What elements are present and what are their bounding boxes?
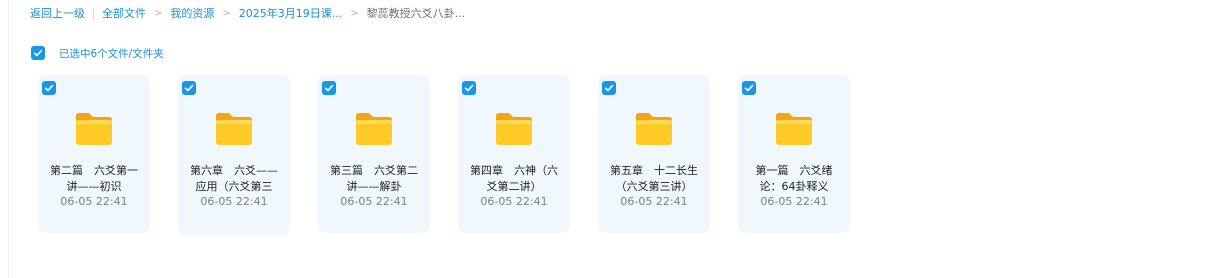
left-divider — [8, 0, 9, 278]
check-icon — [464, 84, 474, 92]
chevron-right-icon: > — [154, 8, 163, 19]
breadcrumb-all-files[interactable]: 全部文件 — [102, 6, 146, 22]
chevron-right-icon: > — [350, 8, 359, 19]
check-icon — [744, 84, 754, 92]
folder-icon — [76, 113, 112, 145]
file-date: 06-05 22:41 — [200, 195, 268, 208]
chevron-right-icon: > — [222, 8, 231, 19]
file-card[interactable]: 第六章 六爻——应用（六爻第三 06-05 22:41 — [178, 75, 290, 236]
breadcrumb-current: 黎蕊教授六爻八卦... — [366, 7, 466, 20]
file-date: 06-05 22:41 — [760, 195, 828, 208]
file-checkbox[interactable] — [322, 81, 336, 95]
check-icon — [604, 84, 614, 92]
file-name: 第四章 六神（六爻第二讲） — [470, 164, 558, 193]
select-all-checkbox[interactable] — [31, 46, 45, 60]
check-icon — [33, 49, 43, 57]
back-link[interactable]: 返回上一级 — [30, 6, 85, 22]
file-checkbox[interactable] — [42, 81, 56, 95]
file-card[interactable]: 第四章 六神（六爻第二讲） 06-05 22:41 — [458, 75, 570, 233]
file-checkbox[interactable] — [602, 81, 616, 95]
file-checkbox[interactable] — [742, 81, 756, 95]
folder-icon — [776, 113, 812, 145]
file-date: 06-05 22:41 — [340, 195, 408, 208]
file-name: 第三篇 六爻第二讲——解卦 — [330, 164, 418, 193]
folder-icon — [636, 113, 672, 145]
file-name: 第二篇 六爻第一讲——初识 — [50, 164, 138, 193]
file-checkbox[interactable] — [462, 81, 476, 95]
file-card[interactable]: 第三篇 六爻第二讲——解卦 06-05 22:41 — [318, 75, 430, 233]
check-icon — [44, 84, 54, 92]
file-card[interactable]: 第二篇 六爻第一讲——初识 06-05 22:41 — [38, 75, 150, 233]
select-all-row: 已选中6个文件/文件夹 — [31, 45, 164, 61]
breadcrumb: 返回上一级 全部文件 > 我的资源 > 2025年3月19日课... > 黎蕊教… — [30, 6, 465, 22]
file-date: 06-05 22:41 — [480, 195, 548, 208]
file-date: 06-05 22:41 — [60, 195, 128, 208]
selection-count: 已选中6个文件/文件夹 — [59, 47, 164, 60]
folder-icon — [496, 113, 532, 145]
file-name: 第五章 十二长生（六爻第三讲） — [610, 164, 698, 193]
check-icon — [324, 84, 334, 92]
breadcrumb-course-folder[interactable]: 2025年3月19日课... — [239, 6, 342, 22]
file-name: 第一篇 六爻绪论：64卦释义 — [755, 164, 833, 193]
file-card[interactable]: 第五章 十二长生（六爻第三讲） 06-05 22:41 — [598, 75, 710, 233]
folder-icon — [356, 113, 392, 145]
file-name: 第六章 六爻——应用（六爻第三 — [190, 164, 278, 193]
file-card[interactable]: 第一篇 六爻绪论：64卦释义 06-05 22:41 — [738, 75, 850, 233]
breadcrumb-divider — [93, 8, 94, 20]
folder-icon — [216, 113, 252, 145]
breadcrumb-my-resources[interactable]: 我的资源 — [170, 6, 214, 22]
check-icon — [184, 84, 194, 92]
file-checkbox[interactable] — [182, 81, 196, 95]
file-date: 06-05 22:41 — [620, 195, 688, 208]
